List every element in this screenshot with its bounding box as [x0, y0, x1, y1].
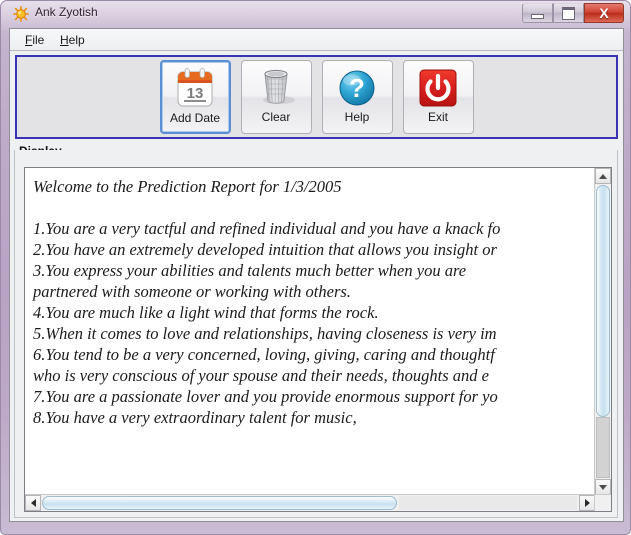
report-text-content: Welcome to the Prediction Report for 1/3… [25, 168, 595, 495]
menu-help-rest: elp [68, 33, 85, 47]
report-title: Welcome to the Prediction Report for 1/3… [33, 177, 342, 196]
clear-button[interactable]: Clear [240, 60, 312, 134]
toolbar-button-row: 13 Add Date Clear ? Help Exit [17, 57, 616, 137]
minimize-button[interactable] [522, 3, 553, 23]
horizontal-scrollbar[interactable] [25, 494, 595, 511]
triangle-right-icon [584, 499, 590, 507]
scrollbar-corner [594, 494, 611, 511]
window-title: Ank Zyotish [35, 5, 98, 19]
add-date-label: Add Date [169, 111, 221, 125]
application-window: Ank Zyotish X File Help 13 Add Date Clea… [0, 0, 631, 535]
report-line-5: 5.When it comes to love and relationship… [33, 324, 497, 343]
minimize-icon [523, 4, 552, 22]
power-off-icon [416, 66, 460, 110]
trash-bin-icon [254, 66, 298, 110]
report-line-4: 4.You are much like a light wind that fo… [33, 303, 379, 322]
scroll-right-button[interactable] [579, 495, 595, 511]
exit-label: Exit [427, 110, 448, 124]
help-button[interactable]: ? Help [321, 60, 393, 134]
triangle-left-icon [30, 499, 36, 507]
horizontal-scroll-thumb[interactable] [42, 496, 397, 510]
report-line-8: 8.You have a very extraordinary talent f… [33, 408, 357, 427]
svg-text:13: 13 [187, 85, 204, 102]
maximize-button[interactable] [553, 3, 584, 23]
scroll-up-button[interactable] [595, 168, 611, 184]
report-blank-line [33, 197, 595, 218]
scroll-down-button[interactable] [595, 479, 611, 495]
report-textarea[interactable]: Welcome to the Prediction Report for 1/3… [24, 167, 612, 512]
toolbar-panel: 13 Add Date Clear ? Help Exit [15, 55, 618, 139]
horizontal-scroll-track[interactable] [399, 496, 577, 510]
close-button[interactable]: X [584, 3, 624, 23]
close-x-label: X [599, 5, 609, 21]
menu-item-help[interactable]: Help [54, 32, 91, 48]
report-line-3: 3.You express your abilities and talents… [33, 261, 467, 280]
vertical-scroll-track[interactable] [596, 417, 610, 478]
triangle-up-icon [599, 173, 607, 179]
report-line-3-cont: partnered with someone or working with o… [33, 282, 351, 301]
menu-bar: File Help [10, 29, 623, 51]
scroll-left-button[interactable] [25, 495, 41, 511]
report-line-6: 6.You tend to be a very concerned, lovin… [33, 345, 495, 364]
menu-help-mnemonic: H [60, 33, 69, 47]
add-date-button[interactable]: 13 Add Date [159, 60, 231, 134]
menu-file-rest: ile [32, 33, 45, 47]
question-mark-icon: ? [335, 66, 379, 110]
sun-icon [13, 6, 29, 22]
title-bar: Ank Zyotish X [1, 1, 630, 27]
exit-button[interactable]: Exit [402, 60, 474, 134]
help-label: Help [344, 110, 370, 124]
vertical-scrollbar[interactable] [594, 168, 611, 495]
maximize-icon [554, 4, 583, 22]
calendar-icon: 13 [173, 67, 217, 111]
menu-item-file[interactable]: File [19, 32, 50, 48]
triangle-down-icon [599, 484, 607, 490]
clear-label: Clear [261, 110, 291, 124]
report-line-2: 2.You have an extremely developed intuit… [33, 240, 497, 259]
vertical-scroll-thumb[interactable] [596, 185, 610, 417]
close-icon: X [585, 4, 623, 22]
svg-text:?: ? [349, 73, 365, 103]
client-area: File Help 13 Add Date Clear ? Help Exit … [9, 28, 624, 522]
report-line-6-cont: who is very conscious of your spouse and… [33, 366, 489, 385]
report-line-1: 1.You are a very tactful and refined ind… [33, 219, 501, 238]
report-line-7: 7.You are a passionate lover and you pro… [33, 387, 498, 406]
